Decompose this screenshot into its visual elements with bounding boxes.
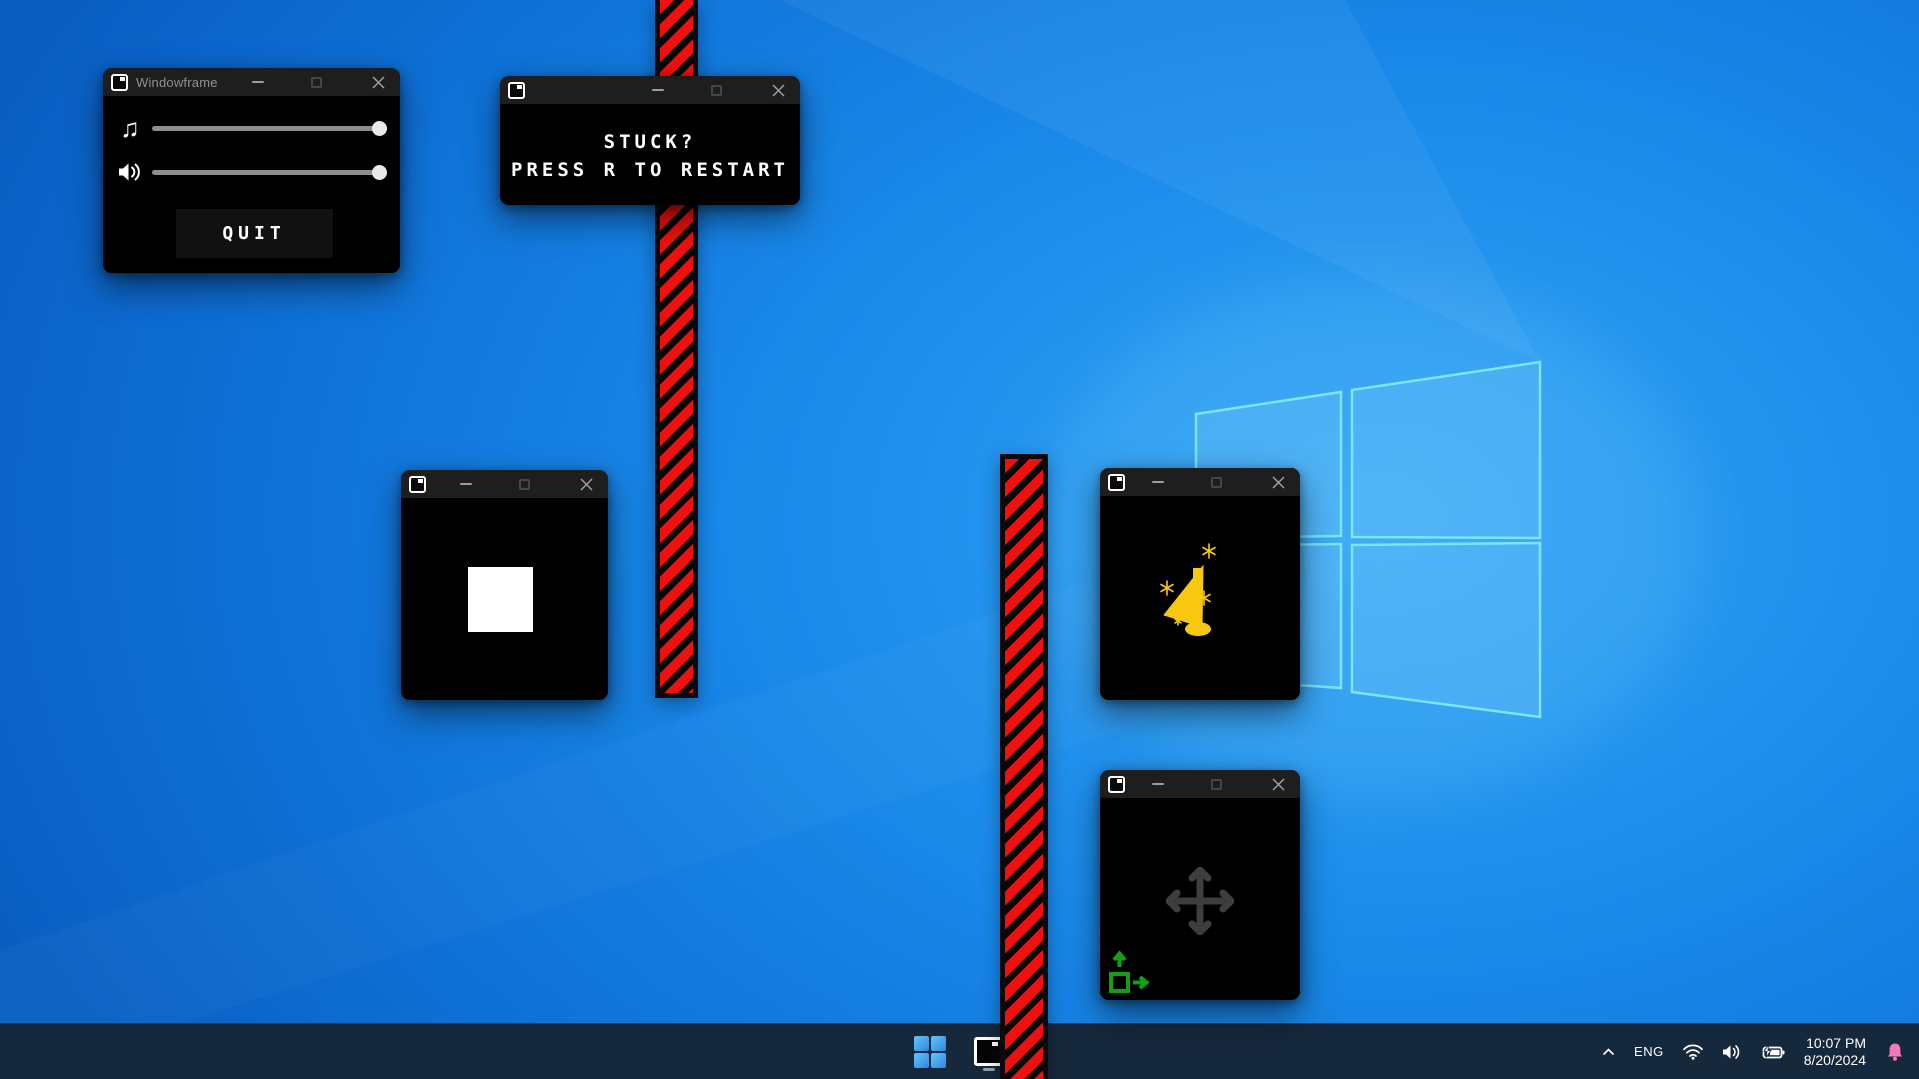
window-frame-icon: [111, 74, 128, 91]
window-move-hint: [1100, 770, 1300, 1000]
speaker-icon: [115, 157, 145, 187]
clock-date: 8/20/2024: [1804, 1052, 1866, 1069]
clock[interactable]: 10:07 PM 8/20/2024: [1804, 1035, 1866, 1069]
goal-flag-graphic: [1100, 496, 1300, 700]
volume-slider-row: [103, 157, 400, 187]
window-frame-icon: [1108, 776, 1125, 793]
maximize-button[interactable]: [1201, 468, 1231, 496]
window-settings: Windowframe ♫: [103, 68, 400, 273]
start-logo-quadrant: [914, 1036, 929, 1051]
minimize-button[interactable]: [1143, 770, 1173, 798]
minimize-button[interactable]: [451, 470, 481, 498]
system-tray: ENG: [1602, 1024, 1919, 1079]
running-app-indicator: [983, 1068, 995, 1071]
minimize-button[interactable]: [643, 76, 673, 104]
close-button[interactable]: [763, 76, 793, 104]
minimize-button[interactable]: [1143, 468, 1173, 496]
close-button[interactable]: [1263, 770, 1293, 798]
volume-slider[interactable]: [152, 170, 384, 175]
flag-titlebar[interactable]: [1100, 468, 1300, 496]
music-note-icon: ♫: [115, 113, 145, 143]
battery-charging-icon[interactable]: [1761, 1044, 1785, 1060]
close-button[interactable]: [363, 68, 393, 96]
start-logo-quadrant: [914, 1053, 929, 1068]
player-character-square: [468, 567, 533, 632]
music-slider[interactable]: [152, 126, 384, 131]
close-button[interactable]: [571, 470, 601, 498]
player-titlebar[interactable]: [401, 470, 608, 498]
quit-button[interactable]: QUIT: [176, 209, 333, 258]
window-frame-icon: [409, 476, 426, 493]
window-goal-flag: [1100, 468, 1300, 700]
minimize-button[interactable]: [243, 68, 273, 96]
maximize-button[interactable]: [301, 68, 331, 96]
stuck-text-line1: STUCK?: [500, 128, 800, 156]
tray-overflow-chevron-icon[interactable]: [1602, 1048, 1615, 1056]
volume-slider-knob[interactable]: [372, 165, 387, 180]
move-up-right-hint-icon: [1105, 949, 1157, 997]
stuck-titlebar[interactable]: [500, 76, 800, 104]
move-titlebar[interactable]: [1100, 770, 1300, 798]
window-frame-icon: [508, 82, 525, 99]
music-slider-knob[interactable]: [372, 121, 387, 136]
hazard-bar-right: [1000, 454, 1048, 1079]
desktop: ENG: [0, 0, 1919, 1079]
window-stuck-hint: STUCK? PRESS R TO RESTART: [500, 76, 800, 205]
settings-titlebar[interactable]: Windowframe: [103, 68, 400, 96]
window-title: Windowframe: [136, 75, 218, 90]
stuck-text-line2: PRESS R TO RESTART: [500, 156, 800, 184]
close-button[interactable]: [1263, 468, 1293, 496]
volume-icon[interactable]: [1722, 1044, 1742, 1060]
notification-bell-icon[interactable]: [1885, 1042, 1905, 1062]
start-logo-quadrant: [931, 1036, 946, 1051]
windowframe-app-icon: [974, 1037, 1003, 1066]
start-logo-quadrant: [931, 1053, 946, 1068]
start-button[interactable]: [914, 1036, 946, 1068]
maximize-button[interactable]: [1201, 770, 1231, 798]
maximize-button[interactable]: [701, 76, 731, 104]
window-frame-icon: [1108, 474, 1125, 491]
window-player: [401, 470, 608, 700]
music-slider-row: ♫: [103, 113, 400, 143]
language-indicator[interactable]: ENG: [1634, 1044, 1664, 1059]
wifi-icon[interactable]: [1683, 1044, 1703, 1060]
maximize-button[interactable]: [509, 470, 539, 498]
move-arrows-icon: [1166, 867, 1234, 935]
taskbar: ENG: [0, 1023, 1919, 1079]
clock-time: 10:07 PM: [1804, 1035, 1866, 1052]
